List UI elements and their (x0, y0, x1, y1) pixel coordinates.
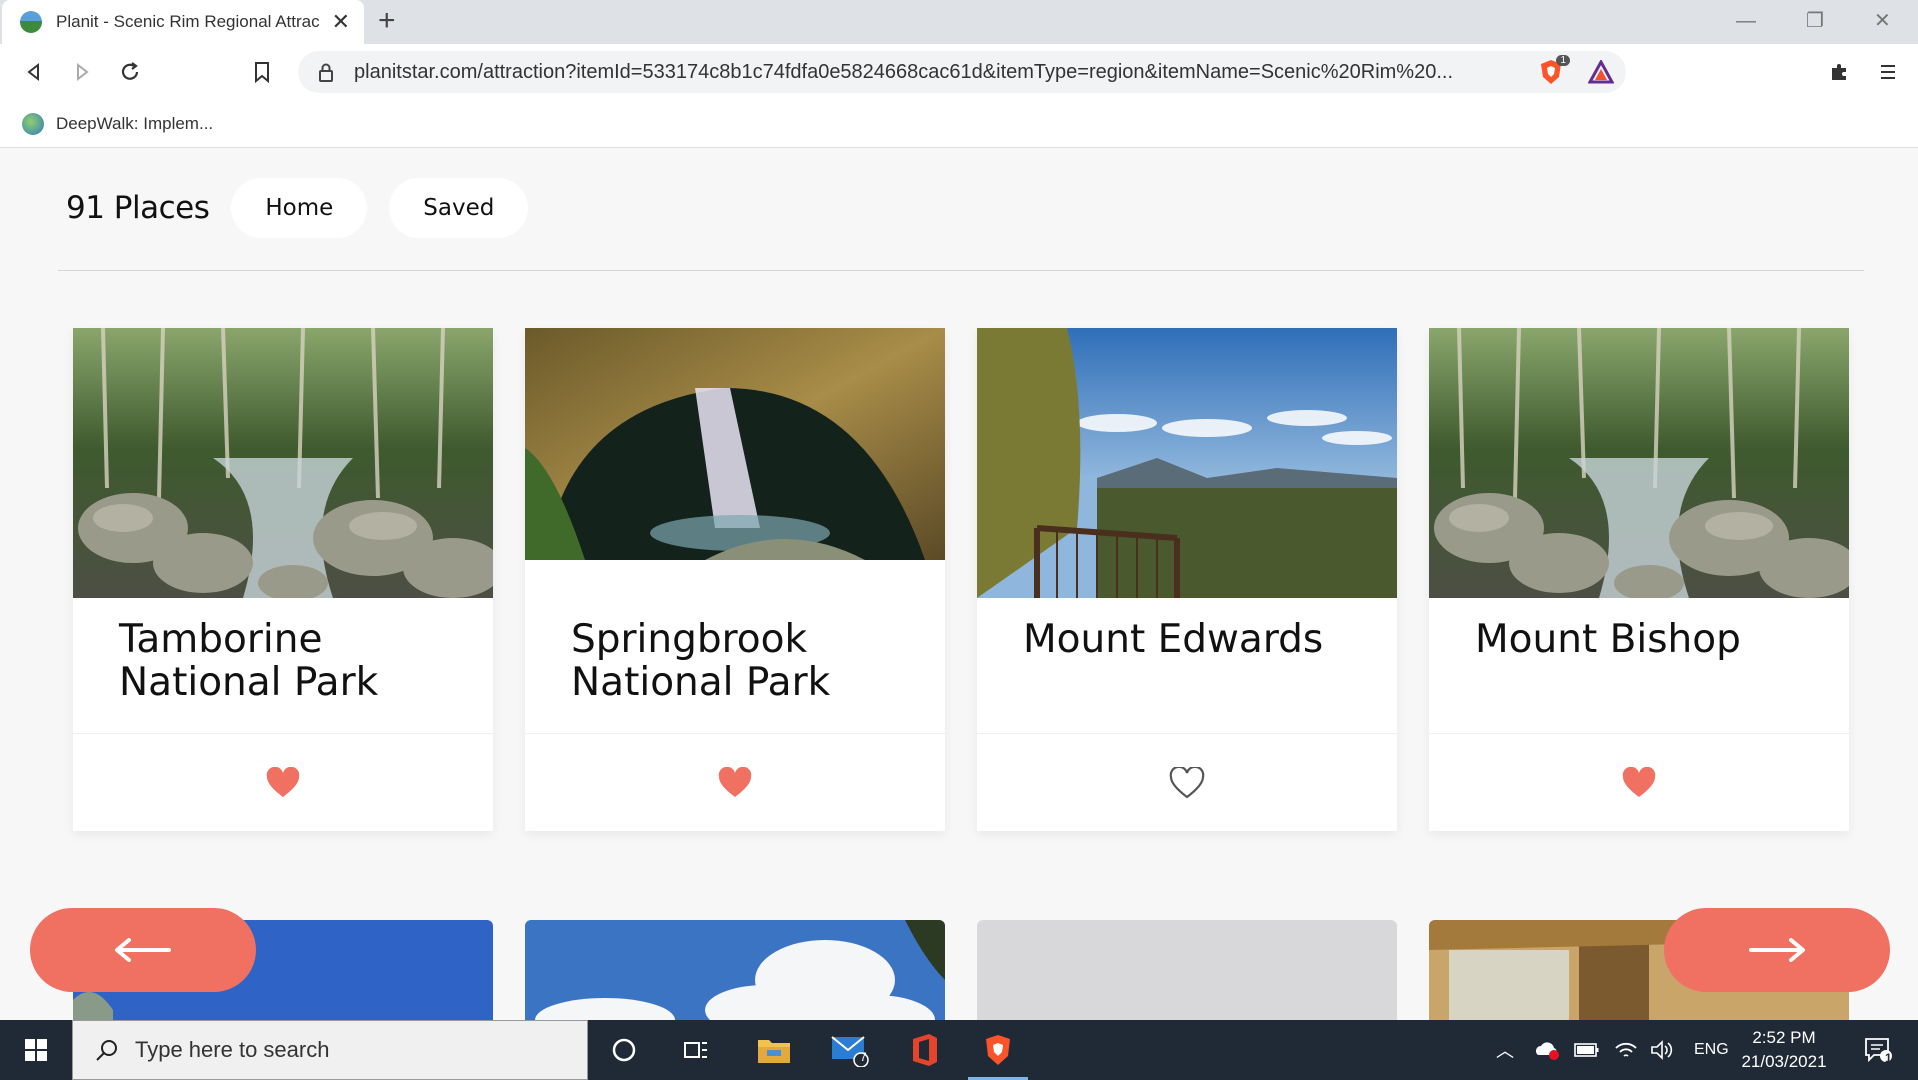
wifi-icon[interactable] (1614, 1040, 1638, 1060)
reload-icon (121, 62, 139, 80)
page-content: 91 Places Home Saved Tamborine National … (0, 148, 1918, 1020)
minimize-window-button[interactable]: — (1736, 8, 1756, 34)
place-card[interactable]: Tamborine National Park (73, 328, 493, 831)
new-tab-button[interactable]: + (378, 6, 396, 36)
volume-icon[interactable] (1650, 1040, 1674, 1060)
place-card[interactable]: Mount Edwards (977, 328, 1397, 831)
home-button[interactable]: Home (231, 178, 368, 238)
place-title[interactable]: Springbrook National Park (571, 618, 921, 704)
place-photo-mountain-lookout (977, 328, 1397, 598)
places-count: 91 Places (66, 190, 210, 226)
favorite-button[interactable] (1429, 733, 1849, 831)
browser-tabstrip: Planit - Scenic Rim Regional Attrac ✕ + … (0, 0, 1918, 44)
battery-icon[interactable] (1574, 1042, 1600, 1058)
onedrive-cloud-icon[interactable] (1534, 1039, 1560, 1061)
task-view-icon (684, 1042, 707, 1058)
mail-button[interactable]: 7 (820, 1020, 880, 1080)
shield-count-badge: 1 (1556, 55, 1570, 66)
search-placeholder: Type here to search (135, 1037, 330, 1062)
bookmarks-bar: DeepWalk: Implem... (0, 100, 1918, 148)
heart-filled-icon (1622, 766, 1656, 797)
office-button[interactable] (894, 1020, 954, 1080)
place-card-photo-partial[interactable] (525, 920, 945, 1020)
brave-browser-button[interactable] (968, 1020, 1028, 1080)
next-page-button[interactable] (1664, 908, 1890, 992)
puzzle-piece-icon (1832, 64, 1846, 80)
close-tab-icon[interactable]: ✕ (332, 11, 350, 33)
windows-logo-icon (25, 1039, 47, 1061)
bookmark-page-button[interactable] (248, 58, 276, 86)
previous-page-button[interactable] (30, 908, 256, 992)
place-photo-waterfall-cave (525, 328, 945, 560)
favorite-button[interactable] (977, 733, 1397, 831)
place-card-photo-partial[interactable] (977, 920, 1397, 1020)
page-header: 91 Places Home Saved (66, 178, 550, 238)
cortana-circle-icon (612, 1038, 636, 1062)
place-photo-rainforest-creek (1429, 328, 1849, 598)
notification-count-badge: 1 (1885, 1051, 1892, 1065)
system-tray: ︿ ENG (1496, 1020, 1729, 1080)
heart-outline-icon (1169, 766, 1205, 798)
brave-rewards-button[interactable] (1586, 57, 1616, 87)
place-card[interactable]: Springbrook National Park (525, 328, 945, 831)
brave-rewards-triangle-icon (1588, 60, 1614, 84)
favorite-button[interactable] (73, 733, 493, 831)
system-clock[interactable]: 2:52 PM 21/03/2021 (1724, 1026, 1844, 1074)
show-hidden-icons-chevron-up-icon[interactable]: ︿ (1496, 1037, 1526, 1063)
hamburger-menu-icon (1881, 65, 1895, 79)
forward-arrow-icon (77, 62, 89, 82)
browser-toolbar: planitstar.com/attraction?itemId=533174c… (0, 44, 1918, 100)
forward-button[interactable] (68, 58, 96, 86)
start-button[interactable] (0, 1020, 72, 1080)
globe-icon (22, 112, 44, 135)
address-bar[interactable]: planitstar.com/attraction?itemId=533174c… (298, 51, 1626, 93)
mail-unread-badge: 7 (860, 1050, 867, 1064)
folder-icon (758, 1040, 790, 1063)
reload-button[interactable] (116, 58, 144, 86)
restore-window-button[interactable]: ❐ (1806, 8, 1824, 34)
arrow-left-icon (115, 938, 171, 962)
windows-taskbar: Type here to search 7 ︿ ENG 2:52 PM 21/0… (0, 1020, 1918, 1080)
cortana-button[interactable] (594, 1020, 654, 1080)
bookmark-item-deepwalk[interactable]: DeepWalk: Implem... (56, 114, 213, 134)
brave-lion-icon (986, 1035, 1010, 1065)
url-text: planitstar.com/attraction?itemId=533174c… (354, 60, 1454, 83)
favorite-button[interactable] (525, 733, 945, 831)
close-window-button[interactable]: ✕ (1874, 8, 1891, 34)
task-view-button[interactable] (666, 1020, 726, 1080)
arrow-right-icon (1749, 938, 1805, 962)
tab-title: Planit - Scenic Rim Regional Attrac (56, 12, 320, 31)
heart-filled-icon (718, 766, 752, 797)
clock-date: 21/03/2021 (1741, 1052, 1827, 1071)
lock-icon (318, 62, 346, 82)
place-card[interactable]: Mount Bishop (1429, 328, 1849, 831)
brave-shields-button[interactable]: 1 (1536, 55, 1570, 87)
heart-filled-icon (266, 766, 300, 797)
office-logo-icon (913, 1034, 937, 1066)
search-icon (96, 1040, 117, 1061)
site-favicon-icon (20, 11, 42, 33)
file-explorer-button[interactable] (744, 1020, 804, 1080)
place-photo-rainforest-creek (73, 328, 493, 598)
place-title[interactable]: Mount Bishop (1475, 618, 1825, 661)
extensions-button[interactable] (1826, 58, 1854, 86)
place-title[interactable]: Mount Edwards (1023, 618, 1373, 661)
saved-button[interactable]: Saved (389, 178, 529, 238)
header-divider (58, 270, 1864, 271)
browser-tab[interactable]: Planit - Scenic Rim Regional Attrac ✕ (2, 0, 364, 44)
action-center-button[interactable]: 1 (1848, 1020, 1908, 1080)
place-title[interactable]: Tamborine National Park (119, 618, 469, 704)
clock-time: 2:52 PM (1752, 1028, 1816, 1047)
taskbar-search-box[interactable]: Type here to search (72, 1020, 588, 1080)
bookmark-icon (255, 62, 269, 83)
back-button[interactable] (20, 58, 48, 86)
browser-menu-button[interactable] (1874, 58, 1902, 86)
back-arrow-icon (27, 62, 39, 82)
